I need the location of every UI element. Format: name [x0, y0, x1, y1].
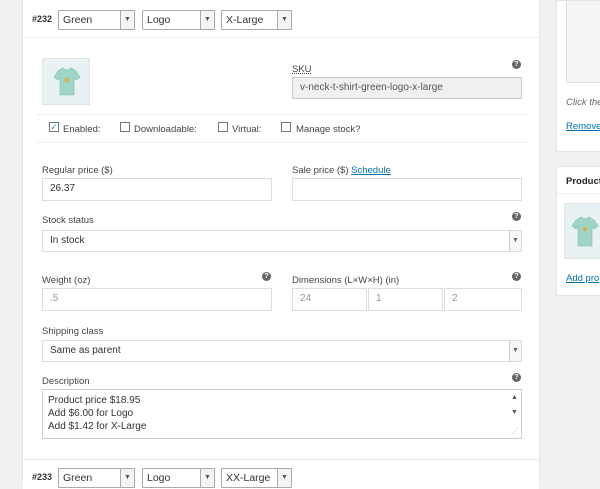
variations-panel: #232 Green ▼ Logo ▼ X-Large ▼ SKU ? v-ne… [22, 0, 540, 489]
click-hint: Click the [566, 97, 600, 108]
sale-price-label-group: Sale price ($) Schedule [292, 165, 391, 176]
height-input[interactable]: 2 [444, 288, 522, 311]
description-label: Description [42, 376, 90, 387]
shipping-class-value: Same as parent [50, 345, 121, 356]
chevron-down-icon: ▼ [277, 11, 291, 29]
chevron-down-icon: ▼ [200, 11, 214, 29]
remove-image-link[interactable]: Remove [566, 121, 600, 132]
description-textarea[interactable]: Product price $18.95 Add $6.00 for Logo … [42, 389, 522, 439]
textarea-scrollbar[interactable]: ▲ ▼ ⋰ [509, 390, 521, 438]
sku-value: v-neck-t-shirt-green-logo-x-large [300, 82, 443, 93]
image-placeholder[interactable] [566, 1, 600, 83]
regular-price-label: Regular price ($) [42, 165, 113, 176]
question-mark-circle-icon[interactable]: ? [512, 272, 521, 281]
chevron-down-icon: ▼ [277, 469, 291, 487]
question-mark-circle-icon[interactable]: ? [512, 60, 521, 69]
shipping-class-select[interactable]: Same as parent ▼ [42, 340, 522, 362]
sku-label: SKU [292, 64, 312, 75]
downloadable-checkbox[interactable] [120, 122, 130, 132]
weight-label: Weight (oz) [42, 275, 91, 286]
size-select[interactable]: X-Large ▼ [221, 10, 292, 30]
gallery-image[interactable] [564, 203, 600, 259]
downloadable-label: Downloadable: [134, 124, 197, 135]
chevron-down-icon: ▼ [509, 231, 521, 251]
question-mark-circle-icon[interactable]: ? [262, 272, 271, 281]
tshirt-icon [53, 67, 81, 96]
design-select[interactable]: Logo ▼ [142, 10, 215, 30]
manage-stock-label: Manage stock? [296, 124, 361, 135]
chevron-down-icon: ▼ [120, 11, 134, 29]
check-icon: ✓ [50, 122, 58, 132]
stock-status-select[interactable]: In stock ▼ [42, 230, 522, 252]
width-placeholder: 1 [376, 293, 382, 304]
divider [37, 142, 527, 143]
enabled-label: Enabled: [63, 124, 101, 135]
resize-handle-icon[interactable]: ⋰ [512, 425, 519, 438]
length-input[interactable]: 24 [292, 288, 367, 311]
color-select[interactable]: Green ▼ [58, 10, 135, 30]
variation-number: #232 [32, 14, 53, 24]
stock-status-value: In stock [50, 235, 85, 246]
height-placeholder: 2 [452, 293, 458, 304]
regular-price-value: 26.37 [50, 183, 76, 194]
stock-status-label: Stock status [42, 215, 94, 226]
variation-number: #233 [32, 472, 53, 482]
design-select[interactable]: Logo ▼ [142, 468, 215, 488]
chevron-down-icon: ▼ [200, 469, 214, 487]
divider [557, 193, 600, 194]
color-select-value: Green [63, 472, 93, 484]
product-gallery-title: Product [566, 176, 600, 187]
color-select[interactable]: Green ▼ [58, 468, 135, 488]
variation-header-232[interactable]: #232 Green ▼ Logo ▼ X-Large ▼ [23, 0, 539, 38]
size-select[interactable]: XX-Large ▼ [221, 468, 292, 488]
product-gallery-box: Product Add pro [556, 166, 600, 296]
enabled-checkbox[interactable]: ✓ [49, 122, 59, 132]
tshirt-icon [571, 216, 599, 247]
description-line: Add $6.00 for Logo [48, 408, 134, 419]
length-placeholder: 24 [300, 293, 312, 304]
chevron-down-icon: ▼ [120, 469, 134, 487]
design-select-value: Logo [147, 14, 171, 26]
add-gallery-images-link[interactable]: Add pro [566, 273, 599, 284]
color-select-value: Green [63, 14, 93, 26]
sku-field[interactable]: v-neck-t-shirt-green-logo-x-large [292, 77, 522, 99]
regular-price-input[interactable]: 26.37 [42, 178, 272, 201]
question-mark-circle-icon[interactable]: ? [512, 212, 521, 221]
chevron-down-icon: ▼ [509, 341, 521, 361]
divider [37, 114, 527, 115]
virtual-label: Virtual: [232, 124, 262, 135]
sale-price-input[interactable] [292, 178, 522, 201]
design-select-value: Logo [147, 472, 171, 484]
weight-input[interactable]: .5 [42, 288, 272, 311]
size-select-value: X-Large [226, 14, 264, 26]
weight-placeholder: .5 [50, 293, 59, 304]
question-mark-circle-icon[interactable]: ? [512, 373, 521, 382]
sale-price-label: Sale price ($) [292, 165, 349, 176]
variation-header-233[interactable]: #233 Green ▼ Logo ▼ XX-Large ▼ [23, 459, 539, 489]
virtual-checkbox[interactable] [218, 122, 228, 132]
variation-image[interactable] [42, 58, 90, 105]
width-input[interactable]: 1 [368, 288, 443, 311]
schedule-link[interactable]: Schedule [351, 165, 391, 176]
scroll-up-icon[interactable]: ▲ [511, 391, 518, 404]
description-line: Product price $18.95 [48, 395, 141, 406]
manage-stock-checkbox[interactable] [281, 122, 291, 132]
description-line: Add $1.42 for X-Large [48, 421, 147, 432]
shipping-class-label: Shipping class [42, 326, 104, 337]
dimensions-label: Dimensions (L×W×H) (in) [292, 275, 400, 286]
product-image-box: Click the Remove [556, 0, 600, 152]
size-select-value: XX-Large [226, 472, 271, 484]
scroll-down-icon[interactable]: ▼ [511, 406, 518, 419]
